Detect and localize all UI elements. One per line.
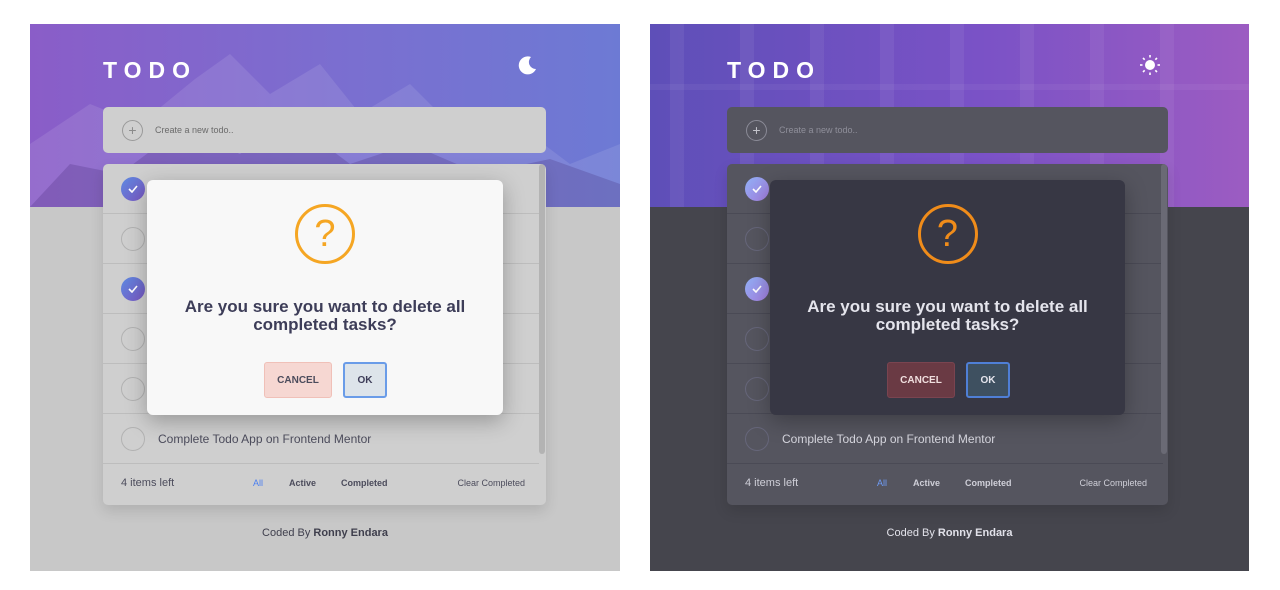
cancel-button[interactable]: CANCEL [887,362,955,398]
circle-icon[interactable] [745,226,769,251]
new-todo-input[interactable] [155,125,485,135]
list-footer: 4 items left All Active Completed Clear … [727,460,1168,505]
filter-completed[interactable]: Completed [341,478,388,488]
footer-credit: Coded By Ronny Endara [650,527,1249,539]
light-theme-panel: TODO + Create a new todo.. Complete Todo… [30,24,620,571]
circle-icon[interactable] [121,376,145,401]
filter-all[interactable]: All [253,478,263,488]
items-left-count: 4 items left [121,476,175,489]
circle-icon[interactable] [745,326,769,351]
list-footer: 4 items left All Active Completed Clear … [103,460,546,505]
checked-circle-icon[interactable] [121,276,145,301]
plus-icon[interactable]: + [746,119,767,141]
app-title: TODO [727,57,822,83]
ok-button[interactable]: OK [966,362,1010,398]
todo-text: Complete Todo App on Frontend Mentor [782,431,996,446]
plus-icon[interactable]: + [122,119,143,141]
circle-icon[interactable] [745,376,769,401]
question-icon: ? [917,204,978,264]
filter-all[interactable]: All [877,478,887,488]
credit-author: Ronny Endara [313,527,388,539]
circle-icon[interactable] [121,326,145,351]
circle-icon[interactable] [121,226,145,251]
filter-active[interactable]: Active [913,478,940,488]
credit-prefix: Coded By [262,527,314,539]
circle-icon[interactable] [745,426,769,451]
scrollbar[interactable] [539,164,545,454]
circle-icon[interactable] [121,426,145,451]
todo-text: Complete Todo App on Frontend Mentor [158,431,372,446]
todo-row[interactable]: Complete Todo App on Frontend Mentor [727,414,1163,464]
todo-row[interactable]: Complete Todo App on Frontend Mentor [103,414,539,464]
confirm-dialog: ? Are you sure you want to delete all co… [147,180,503,415]
confirm-dialog: ? Are you sure you want to delete all co… [770,180,1125,415]
question-icon: ? [295,204,355,264]
dialog-message: Are you sure you want to delete all comp… [184,297,466,334]
ok-button[interactable]: OK [343,362,387,398]
items-left-count: 4 items left [745,476,799,489]
dialog-message: Are you sure you want to delete all comp… [807,297,1088,334]
checked-circle-icon[interactable] [121,176,145,201]
app-title: TODO [103,57,198,83]
new-todo-input[interactable] [779,125,1109,135]
checked-circle-icon[interactable] [745,176,769,201]
cancel-button[interactable]: CANCEL [264,362,332,398]
clear-completed-button[interactable]: Clear Completed [1079,478,1147,488]
filter-active[interactable]: Active [289,478,316,488]
dark-theme-panel: TODO + Create a new todo.. Complete Todo… [650,24,1249,571]
clear-completed-button[interactable]: Clear Completed [457,478,525,488]
checked-circle-icon[interactable] [745,276,769,301]
credit-author: Ronny Endara [937,527,1013,539]
new-todo-bar: + [727,107,1168,153]
sun-icon[interactable] [1139,54,1161,76]
moon-icon[interactable] [517,54,539,76]
filter-completed[interactable]: Completed [965,478,1012,488]
footer-credit: Coded By Ronny Endara [30,527,620,539]
credit-prefix: Coded By [886,527,938,539]
new-todo-bar: + [103,107,546,153]
scrollbar[interactable] [1161,164,1167,454]
